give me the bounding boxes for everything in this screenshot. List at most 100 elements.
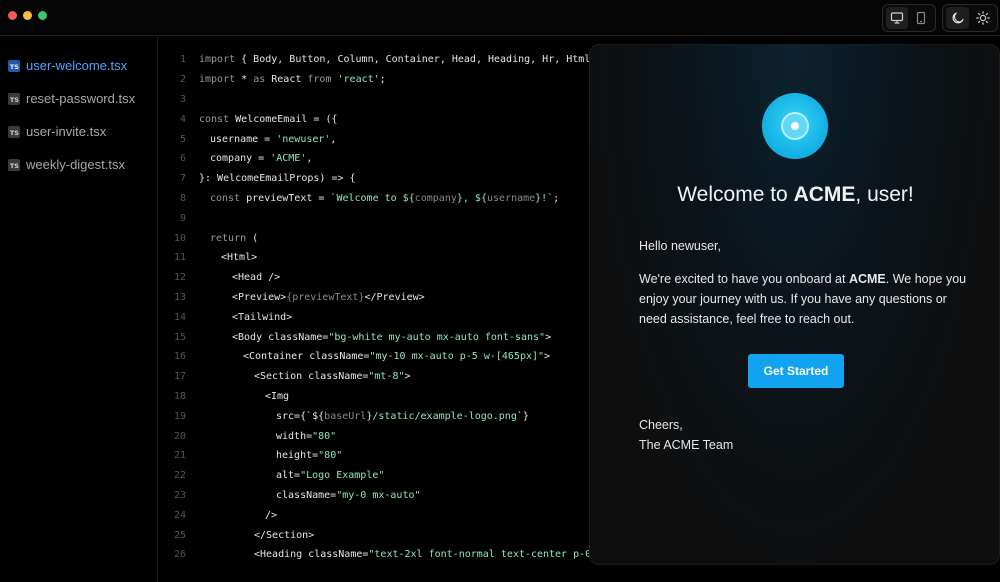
code-text: className="my-0 mx-auto"	[276, 490, 421, 501]
line-number: 22	[173, 470, 186, 482]
code-line: 24 />	[159, 505, 277, 525]
code-token: }: WelcomeEmailProps) => {	[199, 173, 356, 185]
code-token: "text-2xl font-normal text-center p-0 my…	[368, 549, 616, 561]
file-item-weekly-digest[interactable]: TS weekly-digest.tsx	[0, 148, 157, 181]
code-token: className=	[276, 489, 337, 501]
code-line: 13 <Preview>{previewText}</Preview>	[159, 288, 425, 308]
email-preview: Welcome to ACME, user! Hello newuser, We…	[589, 44, 1000, 565]
code-token: *	[235, 74, 254, 86]
code-text: const previewText = `Welcome to ${compan…	[210, 193, 559, 204]
file-item-user-invite[interactable]: TS user-invite.tsx	[0, 115, 157, 148]
code-token: >	[404, 371, 411, 383]
code-line: 16 <Container className="my-10 mx-auto p-…	[159, 347, 550, 367]
window-minimize-button[interactable]	[23, 11, 32, 20]
code-token: <Container className=	[243, 351, 370, 363]
code-line: 15 <Body className="bg-white my-auto mx-a…	[159, 327, 551, 347]
code-line: 23 className="my-0 mx-auto"	[159, 486, 421, 506]
code-token: 'react'	[337, 74, 380, 86]
email-body: We're excited to have you onboard at ACM…	[639, 272, 967, 326]
code-token: /static/example-logo.png	[372, 410, 517, 422]
line-number: 26	[173, 549, 186, 561]
code-token: previewText =	[240, 192, 331, 204]
code-line: 22 alt="Logo Example"	[159, 466, 384, 486]
code-text: <Img	[265, 391, 289, 402]
line-number: 16	[173, 351, 186, 363]
file-item-reset-password[interactable]: TS reset-password.tsx	[0, 82, 157, 115]
light-theme-button[interactable]	[971, 7, 994, 29]
line-number: 4	[179, 113, 186, 125]
code-text: import { Body, Button, Column, Container…	[199, 54, 620, 65]
code-token: </Preview>	[364, 291, 425, 303]
code-text: <Section className="mt-8">	[254, 371, 411, 382]
code-token: from	[307, 74, 332, 86]
code-text: <Head />	[232, 272, 280, 283]
code-token: <Body className=	[232, 331, 329, 343]
code-line: 3	[159, 90, 186, 110]
title-bar	[0, 0, 1000, 36]
line-number: 5	[179, 133, 186, 145]
line-number: 11	[173, 252, 186, 264]
line-number: 24	[173, 509, 186, 521]
code-token: <Section className=	[254, 371, 369, 383]
code-token: "bg-white my-auto mx-auto font-sans"	[328, 331, 546, 343]
view-toggle	[882, 4, 936, 32]
code-token: "my-10 mx-auto p-5 w-[465px]"	[369, 351, 545, 363]
code-token: }!`	[535, 192, 554, 204]
code-token: `Welcome to ${	[330, 192, 415, 204]
code-text: const WelcomeEmail = ({	[199, 114, 337, 125]
line-number: 1	[179, 54, 186, 66]
line-number: 14	[173, 311, 186, 323]
code-token: <Tailwind>	[232, 311, 293, 323]
line-number: 23	[173, 489, 186, 501]
file-item-user-welcome[interactable]: TS user-welcome.tsx	[0, 49, 157, 82]
code-token: width=	[276, 430, 313, 442]
code-line: 20 width="80"	[159, 426, 336, 446]
code-token: company =	[210, 153, 271, 165]
dark-theme-button[interactable]	[946, 7, 969, 29]
line-number: 10	[173, 232, 186, 244]
code-token: >	[545, 331, 552, 343]
line-number: 18	[173, 390, 186, 402]
line-number: 15	[173, 331, 186, 343]
code-line: 6 company = 'ACME',	[159, 149, 312, 169]
code-line: 1 import { Body, Button, Column, Containe…	[159, 50, 620, 70]
acme-logo-icon	[762, 93, 828, 159]
code-token: </Section>	[254, 529, 315, 541]
code-token: ;	[379, 74, 386, 86]
code-token: (	[246, 232, 259, 244]
typescript-file-icon: TS	[8, 158, 20, 171]
window-maximize-button[interactable]	[38, 11, 47, 20]
window-close-button[interactable]	[8, 11, 17, 20]
code-token: }, ${	[456, 192, 487, 204]
theme-toggle	[942, 4, 998, 32]
code-token: ,	[306, 153, 313, 165]
file-name: user-welcome.tsx	[26, 58, 128, 73]
line-number: 8	[179, 192, 186, 204]
mobile-icon	[916, 11, 926, 25]
code-line: 12 <Head />	[159, 268, 280, 288]
code-token: import	[199, 74, 236, 86]
code-line: 19 src={`${baseUrl}/static/example-logo.p…	[159, 406, 529, 426]
sun-icon	[975, 11, 990, 25]
code-text: <Body className="bg-white my-auto mx-aut…	[232, 332, 551, 343]
code-line: 4 const WelcomeEmail = ({	[159, 109, 338, 129]
email-greeting: Hello newuser,	[639, 239, 721, 253]
email-heading: Welcome to ACME, user!	[677, 183, 914, 206]
code-token: <Heading className=	[254, 549, 369, 561]
mobile-view-button[interactable]	[910, 7, 932, 29]
line-number: 13	[173, 291, 186, 303]
code-token: <Head />	[232, 272, 281, 284]
code-line: 14 <Tailwind>	[159, 307, 292, 327]
code-token: />	[265, 509, 278, 521]
get-started-button[interactable]: Get Started	[748, 354, 844, 388]
line-number: 3	[179, 93, 186, 105]
code-text: <Html>	[221, 252, 257, 263]
file-name: user-invite.tsx	[26, 124, 107, 139]
desktop-view-button[interactable]	[886, 7, 908, 29]
code-text: height="80"	[276, 450, 342, 461]
code-token: >	[544, 351, 551, 363]
code-token: username =	[210, 133, 277, 145]
code-text: alt="Logo Example"	[276, 470, 384, 481]
code-text: width="80"	[276, 431, 336, 442]
typescript-file-icon: TS	[8, 92, 20, 105]
